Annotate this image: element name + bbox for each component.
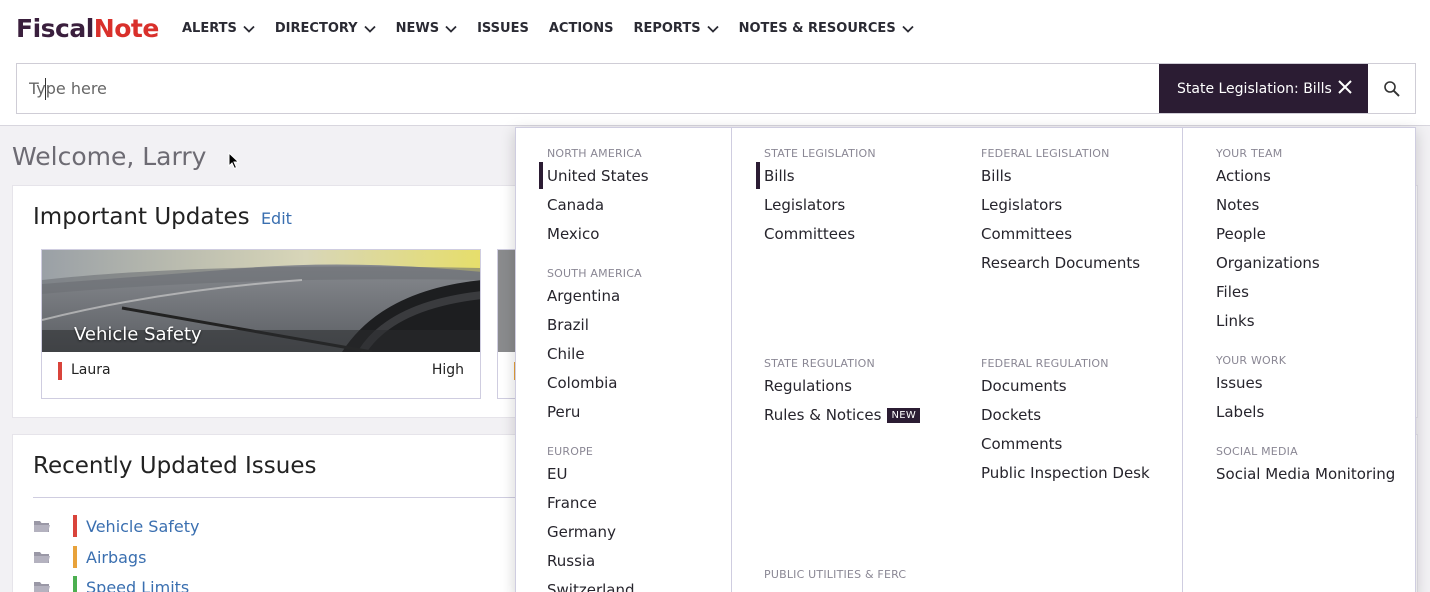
search-scope-chip[interactable]: State Legislation: Bills [1159, 64, 1368, 113]
menu-item-state-committees[interactable]: Committees [764, 225, 855, 243]
issue-row[interactable]: Vehicle Safety [33, 514, 199, 538]
folder-icon [34, 582, 50, 592]
recent-issues-title: Recently Updated Issues [33, 453, 317, 479]
menu-item-colombia[interactable]: Colombia [547, 374, 618, 392]
nav-issues[interactable]: ISSUES [477, 21, 529, 36]
menu-item-united-states[interactable]: United States [547, 167, 649, 185]
menu-item-russia[interactable]: Russia [547, 552, 595, 570]
menu-item-state-bills[interactable]: Bills [764, 167, 795, 185]
tile-issue-name: Vehicle Safety [74, 324, 202, 345]
main-nav: ALERTS DIRECTORY NEWS ISSUES ACTIONS REP… [182, 21, 914, 36]
menu-heading-your-team: YOUR TEAM [1216, 147, 1283, 160]
search-input[interactable] [17, 64, 1157, 113]
tile-owner: Laura [71, 362, 111, 378]
welcome-heading: Welcome, Larry [12, 142, 207, 171]
nav-reports[interactable]: REPORTS [633, 21, 719, 36]
menu-item-argentina[interactable]: Argentina [547, 287, 620, 305]
menu-item-rules-notices[interactable]: Rules & Notices NEW [764, 406, 921, 424]
issue-link[interactable]: Airbags [86, 548, 146, 567]
top-bar: FiscalNote ALERTS DIRECTORY NEWS ISSUES … [0, 0, 1430, 126]
menu-item-social-media-monitoring[interactable]: Social Media Monitoring [1216, 465, 1395, 483]
menu-heading-your-work: YOUR WORK [1216, 354, 1287, 367]
update-tile[interactable]: Vehicle Safety Laura High [41, 249, 481, 399]
menu-heading-state-regulation: STATE REGULATION [764, 357, 875, 370]
issue-link[interactable]: Speed Limits [86, 578, 189, 592]
issue-row[interactable]: Speed Limits [33, 575, 189, 592]
nav-notes-resources[interactable]: NOTES & RESOURCES [739, 21, 914, 36]
text-caret [45, 78, 46, 100]
menu-heading-south-america: SOUTH AMERICA [547, 267, 642, 280]
folder-icon [34, 521, 50, 532]
issue-link[interactable]: Vehicle Safety [86, 517, 199, 536]
search-icon [1384, 80, 1400, 97]
mouse-cursor-icon [228, 152, 240, 170]
nav-news[interactable]: NEWS [396, 21, 457, 36]
menu-item-federal-committees[interactable]: Committees [981, 225, 1072, 243]
close-icon[interactable] [1336, 78, 1354, 96]
chevron-down-icon [445, 25, 457, 33]
issue-color-bar [73, 546, 77, 568]
menu-item-regulations[interactable]: Regulations [764, 377, 852, 395]
menu-item-eu[interactable]: EU [547, 465, 567, 483]
menu-heading-public-utilities: PUBLIC UTILITIES & FERC [764, 568, 907, 581]
menu-item-federal-legislators[interactable]: Legislators [981, 196, 1062, 214]
menu-item-people[interactable]: People [1216, 225, 1266, 243]
menu-item-switzerland[interactable]: Switzerland [547, 581, 635, 592]
important-updates-title: Important Updates Edit [33, 204, 292, 230]
tile-footer: Laura High [42, 352, 480, 398]
scope-dropdown-menu: NORTH AMERICA United States Canada Mexic… [515, 127, 1416, 592]
search-button[interactable] [1368, 64, 1416, 113]
search-bar: State Legislation: Bills [16, 63, 1416, 114]
menu-heading-federal-legislation: FEDERAL LEGISLATION [981, 147, 1110, 160]
chevron-down-icon [363, 25, 376, 33]
menu-heading-north-america: NORTH AMERICA [547, 147, 642, 160]
menu-item-labels[interactable]: Labels [1216, 403, 1264, 421]
menu-item-dockets[interactable]: Dockets [981, 406, 1041, 424]
new-badge: NEW [887, 408, 921, 423]
column-divider [1182, 128, 1183, 592]
tile-priority: High [431, 362, 464, 378]
tile-image: Vehicle Safety [42, 250, 480, 352]
menu-item-brazil[interactable]: Brazil [547, 316, 589, 334]
menu-item-mexico[interactable]: Mexico [547, 225, 599, 243]
menu-heading-federal-regulation: FEDERAL REGULATION [981, 357, 1109, 370]
menu-item-organizations[interactable]: Organizations [1216, 254, 1320, 272]
active-indicator [539, 162, 543, 189]
menu-item-state-legislators[interactable]: Legislators [764, 196, 845, 214]
active-indicator [756, 162, 760, 189]
menu-heading-social-media: SOCIAL MEDIA [1216, 445, 1298, 458]
issue-color-bar [73, 576, 77, 592]
menu-item-links[interactable]: Links [1216, 312, 1255, 330]
edit-link[interactable]: Edit [261, 209, 292, 228]
menu-heading-europe: EUROPE [547, 445, 594, 458]
menu-item-issues[interactable]: Issues [1216, 374, 1263, 392]
column-divider [731, 128, 732, 592]
nav-directory[interactable]: DIRECTORY [275, 21, 376, 36]
chevron-down-icon [902, 25, 914, 33]
chevron-down-icon [706, 25, 719, 33]
menu-item-federal-bills[interactable]: Bills [981, 167, 1012, 185]
menu-item-chile[interactable]: Chile [547, 345, 585, 363]
chevron-down-icon [243, 25, 255, 33]
menu-item-public-inspection-desk[interactable]: Public Inspection Desk [981, 464, 1150, 482]
menu-item-actions[interactable]: Actions [1216, 167, 1271, 185]
menu-heading-state-legislation: STATE LEGISLATION [764, 147, 876, 160]
menu-item-comments[interactable]: Comments [981, 435, 1062, 453]
nav-alerts[interactable]: ALERTS [182, 21, 255, 36]
issue-color-bar [73, 515, 77, 537]
menu-item-canada[interactable]: Canada [547, 196, 604, 214]
issue-row[interactable]: Airbags [33, 545, 146, 569]
fiscalnote-logo[interactable]: FiscalNote [16, 14, 159, 43]
folder-icon [34, 552, 50, 563]
menu-item-germany[interactable]: Germany [547, 523, 616, 541]
menu-item-files[interactable]: Files [1216, 283, 1249, 301]
nav-actions[interactable]: ACTIONS [549, 21, 614, 36]
menu-item-research-documents[interactable]: Research Documents [981, 254, 1140, 272]
menu-item-peru[interactable]: Peru [547, 403, 580, 421]
priority-color-bar [58, 362, 62, 380]
menu-item-notes[interactable]: Notes [1216, 196, 1259, 214]
menu-item-france[interactable]: France [547, 494, 597, 512]
menu-item-documents[interactable]: Documents [981, 377, 1067, 395]
